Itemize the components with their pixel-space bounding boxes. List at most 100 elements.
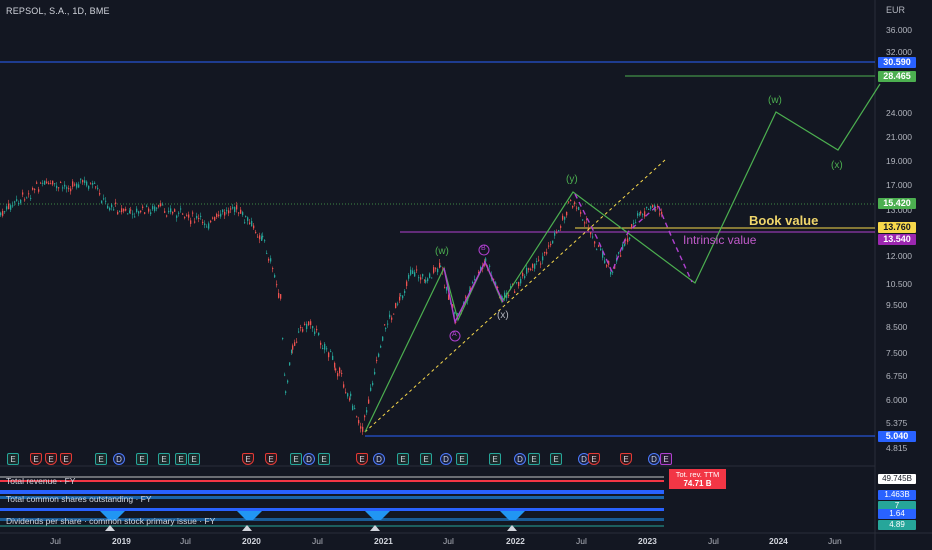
- candle-body: [465, 296, 467, 298]
- wave-label-w2[interactable]: (w): [768, 95, 782, 106]
- time-tick: 2022: [506, 536, 525, 546]
- earnings-event-icon[interactable]: E: [158, 453, 170, 465]
- earnings-event-icon[interactable]: E: [7, 453, 19, 465]
- candle-body: [94, 182, 96, 184]
- earnings-event-icon[interactable]: E: [660, 453, 672, 465]
- earnings-event-icon[interactable]: E: [489, 453, 501, 465]
- candle-body: [578, 207, 580, 210]
- candle-body: [378, 353, 380, 357]
- earnings-event-icon[interactable]: E: [620, 453, 632, 465]
- price-tick: 19.000: [886, 156, 912, 166]
- candle-body: [34, 189, 36, 191]
- price-tag-horizontal-low[interactable]: 5.040: [878, 431, 916, 442]
- candle-body: [384, 324, 386, 326]
- price-tag-intrinsic-value[interactable]: 13.540: [878, 234, 916, 245]
- candle-body: [554, 232, 556, 236]
- candle-body: [337, 373, 339, 377]
- dividend-event-icon[interactable]: D: [440, 453, 452, 465]
- candle-body: [566, 211, 568, 216]
- earnings-event-icon[interactable]: E: [588, 453, 600, 465]
- earnings-event-icon[interactable]: E: [136, 453, 148, 465]
- earnings-event-icon[interactable]: E: [188, 453, 200, 465]
- indicator-label-shares[interactable]: Total common shares outstanding · FY: [6, 494, 152, 504]
- candle-body: [172, 211, 174, 214]
- candle-body: [95, 186, 97, 188]
- candle-body: [16, 199, 18, 201]
- wave-label-x2[interactable]: (x): [831, 160, 843, 171]
- candle-body: [397, 303, 399, 305]
- earnings-event-icon[interactable]: E: [30, 453, 42, 465]
- candle-body: [38, 189, 40, 192]
- candle-body: [457, 313, 459, 315]
- wave-label-x1[interactable]: (x): [497, 310, 509, 321]
- candle-body: [245, 216, 247, 218]
- candle-body: [58, 187, 60, 189]
- candle-body: [362, 426, 364, 432]
- price-tick: 10.500: [886, 279, 912, 289]
- wave-label-a[interactable]: A: [452, 331, 457, 338]
- candle-body: [352, 405, 354, 411]
- wave-purple: [443, 260, 504, 325]
- price-chart[interactable]: [0, 0, 932, 550]
- candle-body: [228, 210, 230, 214]
- earnings-event-icon[interactable]: E: [356, 453, 368, 465]
- price-tag-target[interactable]: 28.465: [878, 71, 916, 82]
- candle-body: [0, 212, 2, 216]
- earnings-event-icon[interactable]: E: [95, 453, 107, 465]
- earnings-event-icon[interactable]: E: [242, 453, 254, 465]
- earnings-event-icon[interactable]: E: [318, 453, 330, 465]
- candle-body: [522, 272, 524, 277]
- dividend-event-icon[interactable]: D: [373, 453, 385, 465]
- earnings-event-icon[interactable]: E: [265, 453, 277, 465]
- candle-body: [544, 251, 546, 254]
- candle-body: [552, 240, 554, 244]
- dividend-event-icon[interactable]: D: [648, 453, 660, 465]
- candle-body: [280, 294, 282, 299]
- earnings-event-icon[interactable]: E: [420, 453, 432, 465]
- candle-body: [109, 207, 111, 211]
- dividend-event-icon[interactable]: D: [113, 453, 125, 465]
- earnings-event-icon[interactable]: E: [290, 453, 302, 465]
- price-tag-last[interactable]: 15.420: [878, 198, 916, 209]
- candle-body: [125, 208, 127, 211]
- candle-body: [339, 367, 341, 374]
- indicator-label-revenue[interactable]: Total revenue · FY: [6, 476, 75, 486]
- dividend-event-icon[interactable]: D: [303, 453, 315, 465]
- earnings-event-icon[interactable]: E: [456, 453, 468, 465]
- candle-body: [291, 349, 293, 354]
- candle-body: [62, 187, 64, 189]
- candle-body: [158, 204, 160, 207]
- symbol-title[interactable]: REPSOL, S.A., 1D, BME: [6, 6, 110, 16]
- time-tick: 2021: [374, 536, 393, 546]
- earnings-event-icon[interactable]: E: [60, 453, 72, 465]
- price-tick: 5.375: [886, 418, 908, 428]
- candle-body: [489, 265, 491, 267]
- wave-label-y[interactable]: (y): [566, 174, 578, 185]
- candle-body: [454, 312, 456, 314]
- candle-body: [198, 218, 200, 220]
- price-tag-book-value[interactable]: 13.760: [878, 222, 916, 233]
- earnings-event-icon[interactable]: E: [528, 453, 540, 465]
- candle-body: [534, 263, 536, 269]
- intrinsic-value-label[interactable]: Intrinsic value: [683, 233, 756, 247]
- indicator-label-dividends[interactable]: Dividends per share · common stock prima…: [6, 516, 215, 526]
- earnings-event-icon[interactable]: E: [175, 453, 187, 465]
- candle-body: [220, 213, 222, 217]
- candle-body: [12, 205, 14, 207]
- price-tag-horizontal-high[interactable]: 30.590: [878, 57, 916, 68]
- dividend-event-icon[interactable]: D: [514, 453, 526, 465]
- candle-body: [633, 222, 635, 224]
- candle-body: [374, 371, 376, 375]
- earnings-event-icon[interactable]: E: [45, 453, 57, 465]
- earnings-event-icon[interactable]: E: [397, 453, 409, 465]
- candle-body: [530, 268, 532, 270]
- book-value-label[interactable]: Book value: [749, 213, 818, 228]
- candle-body: [439, 262, 441, 268]
- candle-body: [249, 222, 251, 225]
- earnings-event-icon[interactable]: E: [550, 453, 562, 465]
- candle-body: [14, 201, 16, 203]
- wave-label-w1[interactable]: (w): [435, 246, 449, 257]
- wave-label-b[interactable]: B: [481, 245, 486, 252]
- candle-body: [474, 279, 476, 281]
- indicator-value-dividends-2: 4.89: [878, 520, 916, 530]
